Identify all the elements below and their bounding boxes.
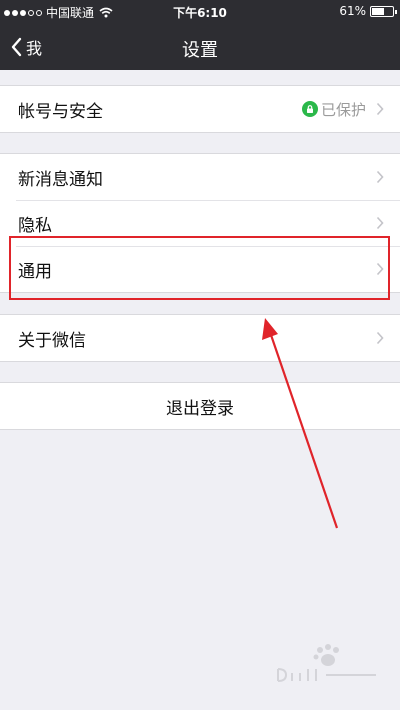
status-bar: 中国联通 下午6:10 61%: [0, 0, 400, 24]
chevron-right-icon: [376, 331, 384, 345]
header: 中国联通 下午6:10 61% 我 设置: [0, 0, 400, 70]
chevron-right-icon: [376, 216, 384, 230]
settings-group-account: 帐号与安全 已保护: [0, 85, 400, 133]
protection-status: 已保护: [320, 100, 366, 119]
status-right: 61%: [339, 4, 397, 18]
settings-item-label: 新消息通知: [18, 169, 103, 190]
chevron-right-icon: [376, 170, 384, 184]
chevron-right-icon: [376, 102, 384, 116]
battery-icon: [370, 5, 397, 17]
settings-item-notifications[interactable]: 新消息通知: [0, 154, 400, 200]
row-right: 已保护: [301, 86, 384, 132]
settings-item-about-wechat[interactable]: 关于微信: [0, 315, 400, 361]
settings-item-account-security[interactable]: 帐号与安全 已保护: [0, 86, 400, 132]
annotation-highlight-box: [9, 236, 390, 300]
logout-label: 退出登录: [166, 398, 234, 419]
nav-bar: 我 设置: [0, 24, 400, 70]
settings-item-label: 隐私: [18, 215, 52, 236]
row-right: [376, 154, 384, 200]
settings-group-about: 关于微信: [0, 314, 400, 362]
page-title: 设置: [182, 40, 218, 61]
row-right: [376, 315, 384, 361]
logout-button[interactable]: 退出登录: [0, 382, 400, 430]
lock-icon: [301, 101, 318, 117]
battery-level-fill: [372, 7, 384, 15]
settings-item-label: 关于微信: [18, 330, 86, 351]
baidu-watermark-logo: [277, 644, 376, 682]
settings-item-label: 帐号与安全: [18, 101, 103, 122]
battery-percentage: 61%: [339, 4, 366, 18]
